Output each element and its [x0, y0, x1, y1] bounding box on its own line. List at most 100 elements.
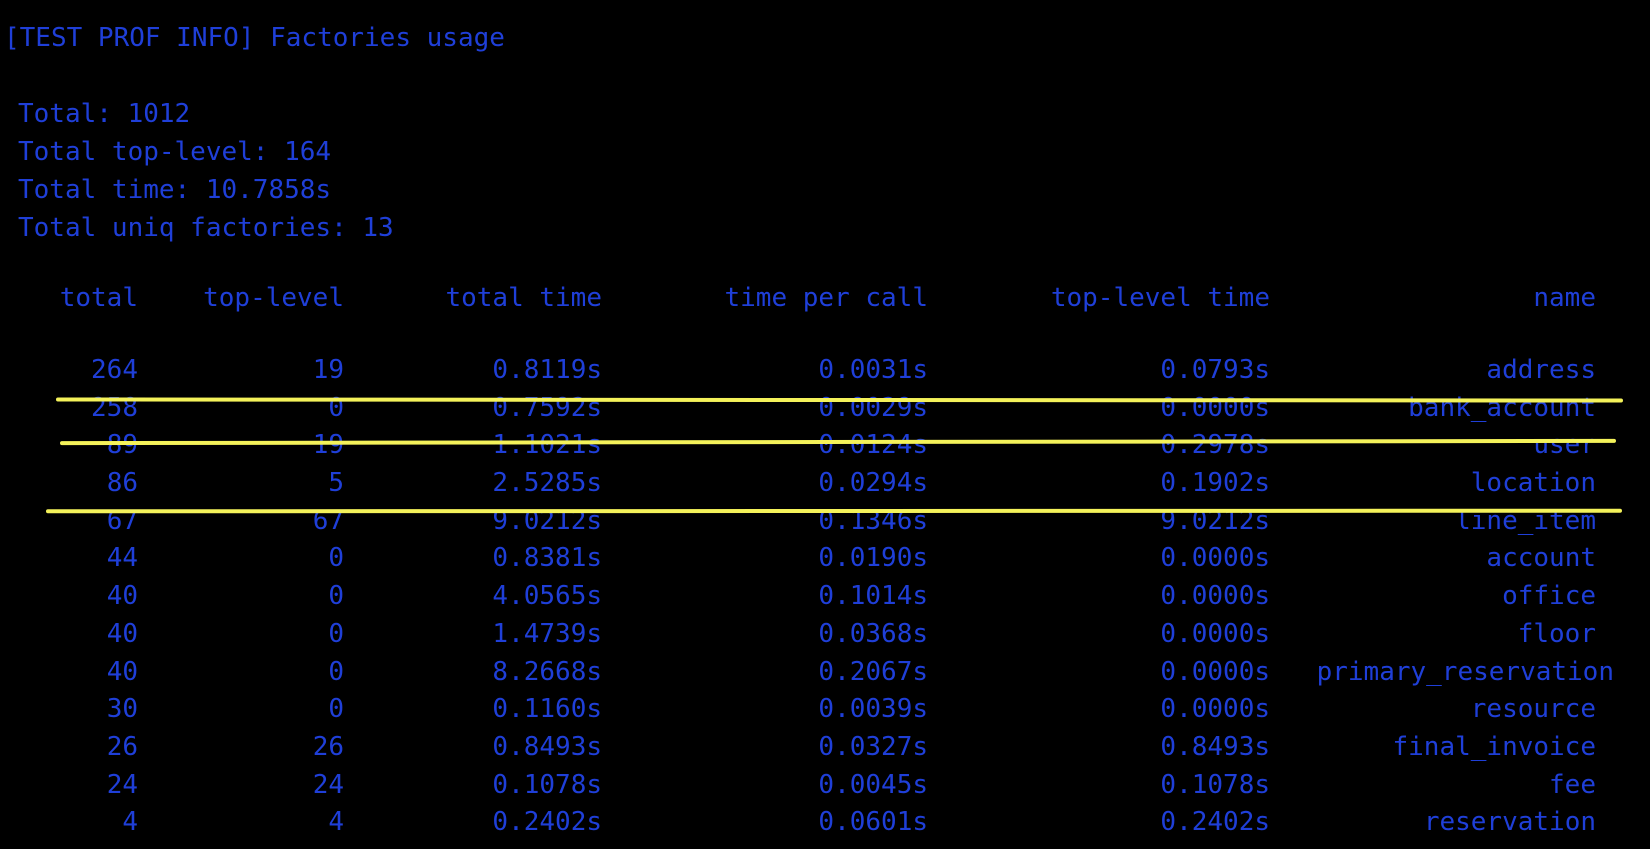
- cell-time-per-call: 0.2067s: [818, 656, 928, 687]
- cell-top-level: 0: [328, 543, 344, 574]
- cell-top-level-time: 0.0793s: [1160, 355, 1270, 385]
- cell-top-level: 19: [312, 430, 344, 461]
- column-header-top-level: top-level: [203, 283, 344, 313]
- terminal-window: [TEST PROF INFO] Factories usage Total: …: [0, 0, 1650, 849]
- cell-time-per-call: 0.0190s: [818, 543, 928, 574]
- cell-time-per-call: 0.0031s: [818, 355, 928, 385]
- cell-name: floor: [1517, 618, 1596, 649]
- cell-top-level-time: 0.0000s: [1160, 543, 1270, 574]
- cell-total: 40: [106, 618, 138, 649]
- cell-top-level: 0: [328, 581, 344, 612]
- cell-top-level-time: 0.2402s: [1160, 807, 1270, 838]
- cell-name: reservation: [1423, 807, 1596, 838]
- cell-time-per-call: 0.0327s: [818, 731, 928, 762]
- cell-top-level: 19: [312, 355, 344, 385]
- table-row: 89 19 1.1021s 0.0124s 0.2978s user: [0, 427, 1650, 465]
- table-row: 30 0 0.1160s 0.0039s 0.0000s resource: [0, 691, 1650, 729]
- cell-top-level-time: 0.8493s: [1160, 731, 1270, 762]
- cell-top-level: 0: [328, 392, 344, 423]
- cell-total-time: 1.1021s: [492, 430, 602, 461]
- cell-name: user: [1533, 430, 1596, 461]
- cell-total: 26: [106, 731, 138, 762]
- table-row: 258 0 0.7592s 0.0029s 0.0000s bank_accou…: [0, 390, 1650, 428]
- cell-top-level-time: 0.0000s: [1160, 618, 1270, 649]
- table-row: 40 0 1.4739s 0.0368s 0.0000s floor: [0, 616, 1650, 654]
- cell-total: 24: [106, 769, 138, 800]
- cell-name: resource: [1470, 694, 1596, 725]
- cell-total-time: 0.1078s: [492, 769, 602, 800]
- cell-top-level: 5: [328, 468, 344, 499]
- cell-total-time: 0.1160s: [492, 694, 602, 725]
- cell-top-level-time: 0.0000s: [1160, 656, 1270, 687]
- cell-time-per-call: 0.0601s: [818, 807, 928, 838]
- stat-total: Total: 1012: [18, 99, 191, 129]
- cell-name: office: [1502, 581, 1596, 612]
- cell-top-level-time: 0.0000s: [1160, 694, 1270, 725]
- stat-total-uniq-factories: Total uniq factories: 13: [18, 213, 394, 243]
- cell-total: 4: [122, 807, 138, 838]
- cell-name: primary_reservation: [1316, 656, 1614, 687]
- column-header-total: total: [59, 283, 138, 313]
- table-header-row: total top-level total time time per call…: [0, 280, 1650, 316]
- cell-name: bank_account: [1408, 392, 1596, 423]
- cell-time-per-call: 0.0039s: [818, 694, 928, 725]
- table-row: 26 26 0.8493s 0.0327s 0.8493s final_invo…: [0, 729, 1650, 767]
- highlight-line: [45, 508, 1623, 514]
- cell-total-time: 0.8493s: [492, 731, 602, 762]
- cell-top-level-time: 0.1902s: [1160, 468, 1270, 499]
- cell-top-level: 24: [312, 769, 344, 800]
- cell-total-time: 1.4739s: [492, 618, 602, 649]
- cell-total-time: 0.7592s: [492, 392, 602, 423]
- cell-top-level: 4: [328, 807, 344, 838]
- cell-top-level: 0: [328, 694, 344, 725]
- cell-top-level: 0: [328, 618, 344, 649]
- cell-top-level-time: 0.1078s: [1160, 769, 1270, 800]
- table-row: 40 0 8.2668s 0.2067s 0.0000s primary_res…: [0, 654, 1650, 692]
- cell-time-per-call: 0.0124s: [818, 430, 928, 461]
- column-header-time-per-call: time per call: [724, 283, 929, 313]
- cell-total: 86: [106, 468, 138, 499]
- cell-name: final_invoice: [1392, 731, 1597, 762]
- cell-total-time: 2.5285s: [492, 468, 602, 499]
- cell-total: 258: [91, 392, 138, 423]
- column-header-top-level-time: top-level time: [1050, 283, 1270, 313]
- table-row: 86 5 2.5285s 0.0294s 0.1902s location: [0, 465, 1650, 503]
- table-row: 4 4 0.2402s 0.0601s 0.2402s reservation: [0, 804, 1650, 842]
- cell-top-level-time: 0.0000s: [1160, 581, 1270, 612]
- stat-total-time: Total time: 10.7858s: [18, 175, 332, 205]
- report-header: [TEST PROF INFO] Factories usage: [4, 23, 505, 53]
- cell-time-per-call: 0.0029s: [818, 392, 928, 423]
- cell-total: 30: [106, 694, 138, 725]
- cell-time-per-call: 0.0045s: [818, 769, 928, 800]
- cell-name: account: [1486, 543, 1596, 574]
- table-row: 264 19 0.8119s 0.0031s 0.0793s address: [0, 352, 1650, 390]
- table-row: 24 24 0.1078s 0.0045s 0.1078s fee: [0, 767, 1650, 805]
- column-header-name: name: [1533, 283, 1596, 313]
- cell-time-per-call: 0.0294s: [818, 468, 928, 499]
- summary-stats: Total: 1012 Total top-level: 164 Total t…: [18, 95, 394, 247]
- cell-time-per-call: 0.1014s: [818, 581, 928, 612]
- cell-top-level-time: 0.2978s: [1160, 430, 1270, 461]
- factories-table: total top-level total time time per call…: [0, 280, 1650, 842]
- cell-name: address: [1486, 355, 1596, 385]
- table-row: 44 0 0.8381s 0.0190s 0.0000s account: [0, 540, 1650, 578]
- cell-top-level-time: 0.0000s: [1160, 392, 1270, 423]
- cell-total-time: 8.2668s: [492, 656, 602, 687]
- cell-name: location: [1470, 468, 1596, 499]
- cell-total: 40: [106, 656, 138, 687]
- cell-total: 40: [106, 581, 138, 612]
- cell-total-time: 4.0565s: [492, 581, 602, 612]
- cell-total: 44: [106, 543, 138, 574]
- cell-name: fee: [1549, 769, 1596, 800]
- cell-top-level: 0: [328, 656, 344, 687]
- stat-total-top-level: Total top-level: 164: [18, 137, 332, 167]
- cell-total: 89: [106, 430, 138, 461]
- column-header-total-time: total time: [445, 283, 602, 313]
- table-row: 40 0 4.0565s 0.1014s 0.0000s office: [0, 578, 1650, 616]
- cell-total-time: 0.8381s: [492, 543, 602, 574]
- cell-total: 264: [91, 355, 138, 385]
- cell-top-level: 26: [312, 731, 344, 762]
- cell-total-time: 0.8119s: [492, 355, 602, 385]
- cell-time-per-call: 0.0368s: [818, 618, 928, 649]
- cell-total-time: 0.2402s: [492, 807, 602, 838]
